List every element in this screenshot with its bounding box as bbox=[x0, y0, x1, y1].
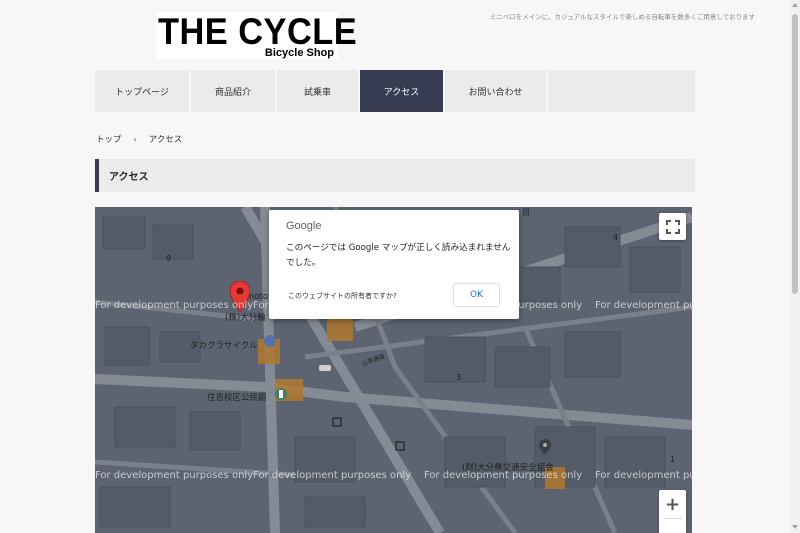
nav-spacer bbox=[548, 70, 695, 112]
map-number-1: 1 bbox=[670, 455, 676, 464]
page-title: アクセス bbox=[95, 159, 695, 192]
dialog-owner-question: このウェブサイトの所有者ですか? bbox=[288, 292, 397, 300]
scroll-down-arrow-icon[interactable] bbox=[792, 525, 798, 529]
nav-item-access[interactable]: アクセス bbox=[360, 70, 443, 112]
logo-wordmark: THE CYCLE bbox=[158, 11, 358, 52]
poi-bicycle-shop-icon[interactable] bbox=[263, 334, 277, 348]
google-logo: Google bbox=[286, 220, 322, 232]
poi-community-hall-icon[interactable] bbox=[274, 387, 288, 401]
map-label-shop: (株)大分輪 bbox=[225, 313, 266, 323]
poi-transit-icon bbox=[395, 441, 405, 451]
nav-item-products[interactable]: 商品紹介 bbox=[191, 70, 275, 112]
site-tagline: ミニベロをメインに、カジュアルなスタイルで楽しめる自転車を数多くご用意しておりま… bbox=[489, 13, 755, 21]
map-zoom-control: + − bbox=[659, 490, 686, 533]
map-watermark: For development purposes only bbox=[595, 470, 692, 481]
nav-item-test-ride[interactable]: 試乗車 bbox=[277, 70, 358, 112]
fullscreen-icon bbox=[665, 219, 680, 234]
map-watermark: For development purposes only bbox=[424, 470, 583, 481]
zoom-in-button[interactable]: + bbox=[659, 490, 686, 518]
breadcrumb: トップ › アクセス bbox=[96, 133, 183, 146]
map-number-top: 目 bbox=[522, 208, 530, 217]
map-number-3: 3 bbox=[456, 373, 462, 382]
nav-item-top[interactable]: トップページ bbox=[95, 70, 189, 112]
breadcrumb-home[interactable]: トップ bbox=[96, 133, 122, 145]
map-watermark: For development purposes only bbox=[595, 300, 692, 311]
map-watermark: For development purposes only bbox=[95, 300, 254, 311]
map-fullscreen-button[interactable] bbox=[659, 213, 686, 240]
map-watermark: For development purposes only bbox=[253, 470, 412, 481]
map-number-4: 4 bbox=[613, 233, 619, 242]
poi-bus-stop-icon bbox=[319, 365, 331, 371]
poi-postbox-icon bbox=[332, 417, 342, 427]
site-logo[interactable]: THE CYCLE Bicycle Shop bbox=[156, 12, 357, 59]
main-nav: トップページ 商品紹介 試乗車 アクセス お問い合わせ bbox=[95, 70, 695, 112]
breadcrumb-separator: › bbox=[133, 134, 137, 144]
page-scrollbar[interactable] bbox=[790, 0, 800, 533]
dialog-ok-button[interactable]: OK bbox=[453, 283, 500, 307]
nav-item-contact[interactable]: お問い合わせ bbox=[445, 70, 546, 112]
map-watermark: For development purposes only bbox=[95, 470, 254, 481]
map-number-9: 9 bbox=[166, 254, 172, 263]
scroll-up-arrow-icon[interactable] bbox=[792, 3, 798, 7]
scroll-thumb[interactable] bbox=[792, 14, 798, 294]
breadcrumb-current: アクセス bbox=[148, 135, 183, 145]
dialog-message: このページでは Google マップが正しく読み込まれませんでした。 bbox=[286, 243, 511, 268]
zoom-out-button[interactable]: − bbox=[659, 520, 686, 533]
zoom-divider bbox=[663, 518, 682, 519]
map-error-dialog: Google このページでは Google マップが正しく読み込まれませんでした… bbox=[269, 210, 519, 319]
map-label-kominkan: 住吉校区公民館 bbox=[207, 393, 267, 403]
map-label-takakura: タカクラサイクル bbox=[190, 341, 258, 351]
logo-subtitle: Bicycle Shop bbox=[264, 47, 334, 59]
poi-marker-icon[interactable] bbox=[539, 439, 551, 455]
